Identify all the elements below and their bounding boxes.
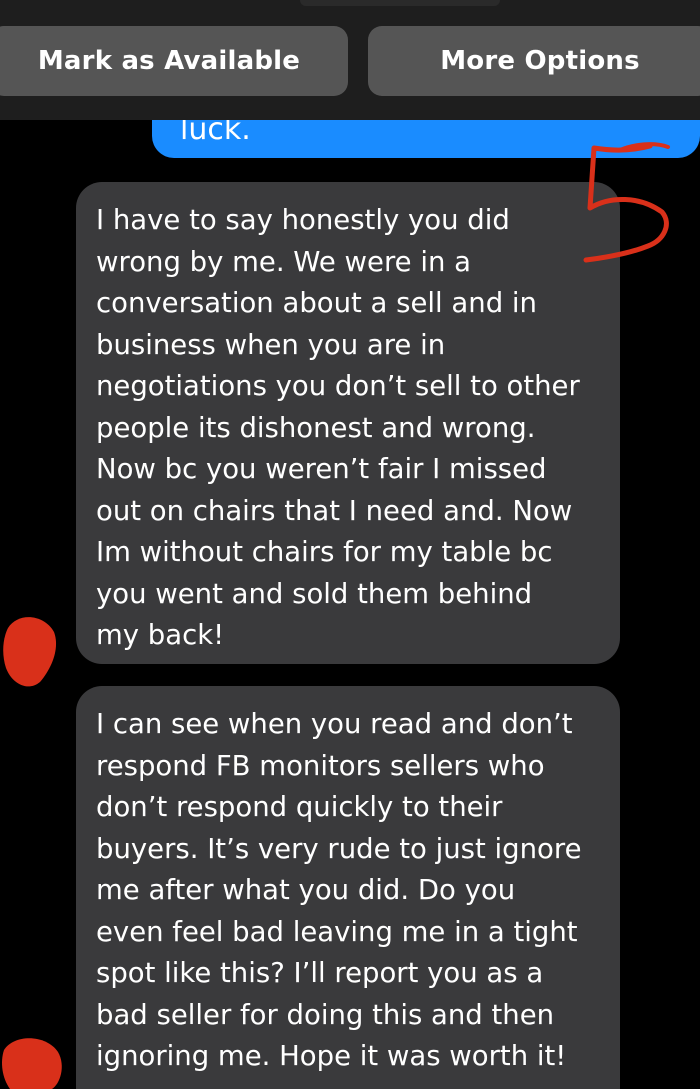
header-remnant: [300, 0, 500, 6]
incoming-message-text: I have to say honestly you did wrong by …: [96, 204, 580, 651]
incoming-message-bubble[interactable]: I have to say honestly you did wrong by …: [76, 182, 620, 664]
more-options-button[interactable]: More Options: [368, 26, 700, 96]
red-dot-marker: [2, 1038, 62, 1089]
message-action-bar: Mark as Available More Options: [0, 0, 700, 120]
incoming-message-text: I can see when you read and don’t respon…: [96, 708, 582, 1072]
red-dot-marker: [3, 617, 57, 687]
mark-as-available-button[interactable]: Mark as Available: [0, 26, 348, 96]
incoming-message-bubble[interactable]: I can see when you read and don’t respon…: [76, 686, 620, 1089]
